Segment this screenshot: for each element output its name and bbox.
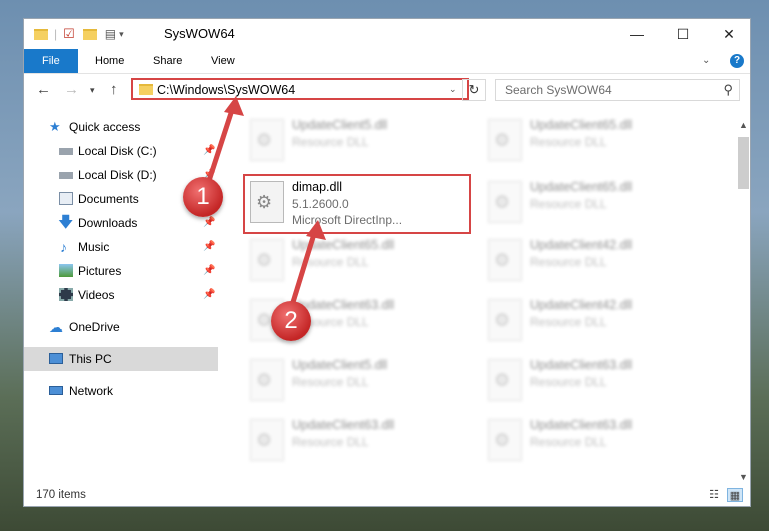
- annotation-arrows: [203, 96, 326, 313]
- step-badge-1: 1: [183, 177, 223, 217]
- step-badge-2: 2: [271, 301, 311, 341]
- arrow-2-head: [306, 220, 326, 240]
- arrow-1-head: [224, 96, 244, 116]
